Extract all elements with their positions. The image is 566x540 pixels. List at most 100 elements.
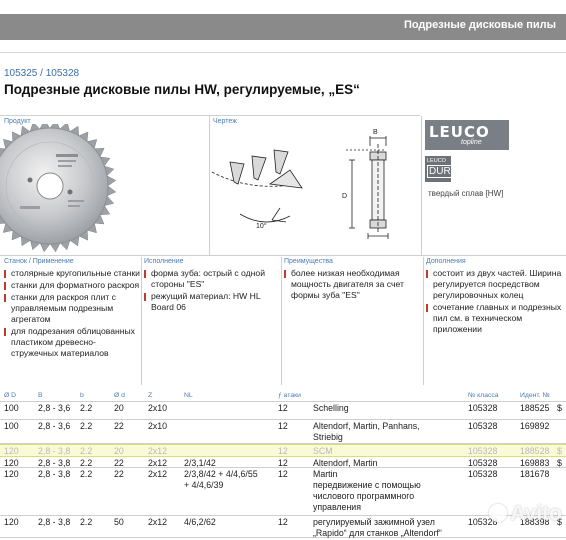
list-item: станки для раскроя плит с управляемым по… [3,292,141,325]
cell-z: 2x10 [148,403,168,413]
cell-b: 2,8 - 3,8 [38,446,71,456]
avito-watermark: Avito [489,502,562,526]
cell-b-small: 2.2 [80,403,93,413]
machine-column-heading: Станок / Применение [4,258,74,265]
cell-b: 2,8 - 3,6 [38,421,71,431]
brand-panel: LEUCO topline LEUCO DUR твердый сплав [H… [422,116,562,256]
cell-d-bore: 20 [114,403,124,413]
cell-ident: 188528 [520,446,550,456]
cell-ata: 12 [278,517,288,527]
leuco-dur-logo: LEUCO DUR [425,156,453,182]
column-divider [423,257,424,385]
col-d-bore: Ø d [114,392,125,399]
cell-class: 105328 [468,421,498,431]
cell-d-bore: 20 [114,446,124,456]
cell-b: 2,8 - 3,8 [38,517,71,527]
design-column-heading: Исполнение [144,258,184,265]
col-d-out: Ø D [4,392,17,399]
cell-b-small: 2.2 [80,446,93,456]
section-divider [0,115,420,116]
col-ata: ƒ атаки [278,392,301,399]
col-nl: NL [184,392,193,399]
cell-nl: 2/3,8/42 + 4/4,6/55 + 4/4,6/39 [184,469,258,490]
list-item: режущий материал: HW HL Board 06 [143,291,279,313]
list-item: состоит из двух частей. Ширина регулируе… [425,268,563,301]
machine-list: столярные кругопильные станки станки для… [3,268,141,360]
list-item: сочетание главных и подрезных пил см. в … [425,302,563,335]
design-list: форма зуба: острый с одной стороны "ES" … [143,268,279,314]
cell-ident: 188525 [520,403,550,413]
cell-machine: Striebig [313,432,343,442]
cell-machine: передвижение с помощью [313,480,421,490]
additions-column-heading: Дополнения [426,258,466,265]
table-row: 120 2,8 - 3,8 2.2 50 2x12 4/6,2/62 12 105328 188… [0,516,566,538]
cell-machine: Schelling [313,403,349,413]
cell-d-out: 100 [4,421,19,431]
cell-d-out: 100 [4,403,19,413]
cell-ident: 181678 [520,469,550,479]
section-divider [0,255,566,256]
leuco-logo: LEUCO topline [425,120,509,150]
cell-b-small: 2.2 [80,421,93,431]
cell-d-out: 120 [4,446,19,456]
cell-cur: $ [557,446,562,456]
cell-b: 2,8 - 3,6 [38,403,71,413]
cell-b-small: 2.2 [80,517,93,527]
advantages-list: более низкая необходимая мощность двигат… [283,268,421,302]
cell-machine: „Rapido“ для станков „Altendorf“ [313,528,442,538]
cell-cur: $ [557,403,562,413]
cell-ata: 12 [278,446,288,456]
cell-ata: 12 [278,421,288,431]
cell-ata: 12 [278,469,288,479]
cell-z: 2x10 [148,421,168,431]
cell-d-bore: 22 [114,421,124,431]
advantages-column-heading: Преимущества [284,258,333,265]
table-row: 100 2,8 - 3,6 2.2 20 2x10 12 105328 188525 $ Sche… [0,402,566,420]
table-row: 120 2,8 - 3,8 2.2 20 2x12 12 105328 188528 $ SCM [0,444,566,457]
column-divider [141,257,142,385]
list-item: столярные кругопильные станки [3,268,141,279]
list-item: станки для форматного раскроя [3,280,141,291]
column-divider [281,257,282,385]
additions-list: состоит из двух частей. Ширина регулируе… [425,268,563,336]
col-ident: Идент. № [520,392,550,399]
cell-d-out: 120 [4,469,19,479]
technical-drawing: 10° B D [210,124,420,254]
cell-b: 2,8 - 3,8 [38,469,71,479]
cell-z: 2x12 [148,517,168,527]
cell-nl: 4/6,2/62 [184,517,216,527]
blade-teeth [0,124,117,253]
cell-machine: числового программного [313,491,415,501]
saw-blade-image [0,124,208,254]
cell-z: 2x12 [148,446,168,456]
drawing-dim-d: D [342,193,347,200]
cell-d-bore: 50 [114,517,124,527]
cell-machine: Martin [313,469,338,479]
cell-machine: регулируемый зажимной узел [313,517,435,527]
list-item: для подрезания облицованных пластиком др… [3,326,141,359]
col-b-small: b [80,392,84,399]
table-row: 120 2,8 - 3,8 2.2 22 2x12 2/3,1/42 12 105328 169… [0,457,566,468]
cell-ata: 12 [278,403,288,413]
cell-machine: SCM [313,446,333,456]
cell-d-bore: 22 [114,469,124,479]
list-item: более низкая необходимая мощность двигат… [283,268,421,301]
table-row: 120 2,8 - 3,8 2.2 22 2x12 2/3,8/42 + 4/4,6/55… [0,468,566,516]
drawing-dim-b: B [373,129,378,136]
col-b: B [38,392,43,399]
col-z: Z [148,392,153,399]
svg-text:10°: 10° [256,222,267,230]
header-divider [0,52,566,53]
top-header: Подрезные дисковые пилы [0,0,566,53]
cell-d-out: 120 [4,517,19,527]
list-item: форма зуба: острый с одной стороны "ES" [143,268,279,290]
header-band-title: Подрезные дисковые пилы [403,19,556,31]
cell-class: 105328 [468,469,498,479]
product-codes: 105325 / 105328 [4,68,80,79]
carbide-label: твердый сплав [HW] [428,189,504,198]
cell-ident: 169892 [520,421,550,431]
table-header: Ø D B b Ø d Z NL ƒ атаки № класса Идент.… [0,392,566,401]
col-class: № класса [468,392,499,399]
cell-class: 105328 [468,403,498,413]
cell-machine: управления [313,502,361,512]
